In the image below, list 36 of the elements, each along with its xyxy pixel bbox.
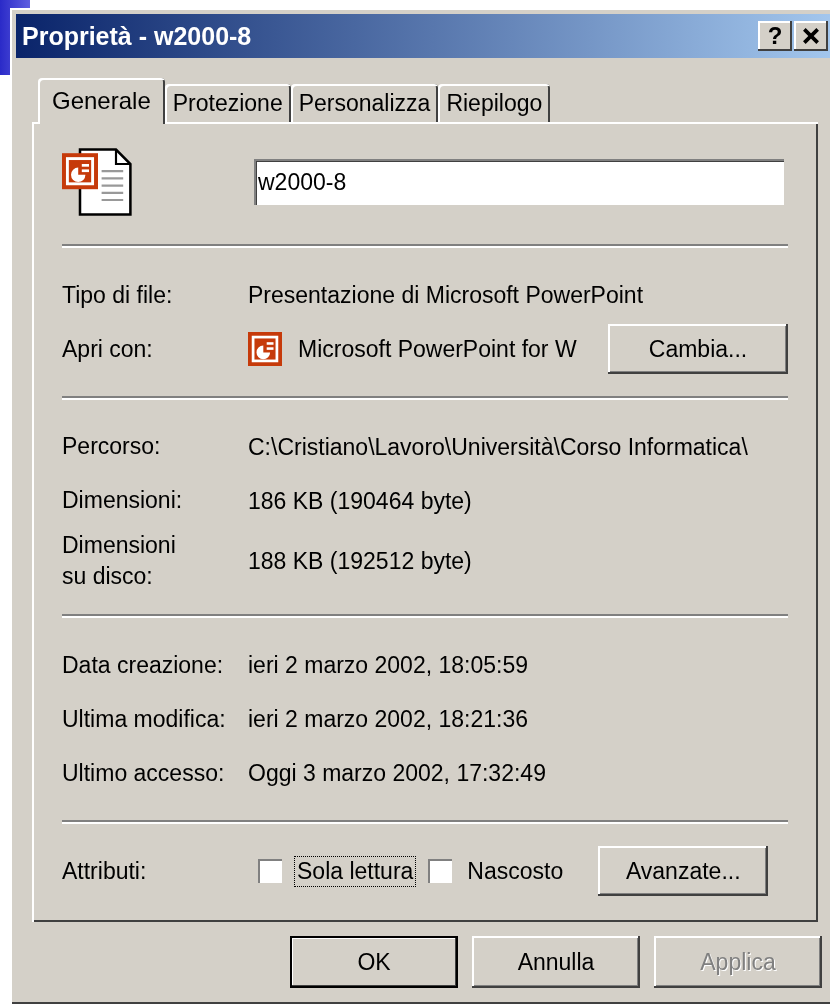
field-value: ieri 2 marzo 2002, 18:21:36 xyxy=(248,705,528,733)
tab[interactable]: Protezione xyxy=(164,84,291,122)
field-label: Tipo di file: xyxy=(62,281,174,309)
field-label: Ultimo accesso: xyxy=(62,759,226,787)
field-value: Microsoft PowerPoint for W xyxy=(298,335,578,363)
tab[interactable]: Generale xyxy=(38,78,165,124)
field-value: 186 KB (190464 byte) xyxy=(248,487,472,515)
field-label: Percorso: xyxy=(62,432,162,462)
close-icon xyxy=(801,26,821,46)
window-title: Proprietà - w2000-8 xyxy=(22,21,252,51)
checkbox[interactable] xyxy=(428,859,453,884)
field-label: Dimensioni su disco: xyxy=(62,531,177,592)
field-value: Presentazione di Microsoft PowerPoint xyxy=(248,281,644,309)
field-label: Attributi: xyxy=(62,857,148,885)
field-label: Dimensioni: xyxy=(62,486,184,516)
help-button[interactable]: ? xyxy=(758,21,792,51)
dialog-button[interactable]: Annulla xyxy=(472,936,640,988)
presentation-icon xyxy=(248,332,282,366)
checkbox-label[interactable]: Sola lettura xyxy=(294,855,417,887)
field-value: 188 KB (192512 byte) xyxy=(248,547,472,575)
field-label: Apri con: xyxy=(62,335,154,363)
change-button[interactable]: Cambia... xyxy=(608,324,788,374)
field-label: Ultima modifica: xyxy=(62,705,227,733)
tab[interactable]: Riepilogo xyxy=(438,84,551,122)
field-label: Data creazione: xyxy=(62,651,225,679)
presentation-file-icon xyxy=(62,146,134,218)
field-value: C:\Cristiano\Lavoro\Università\Corso Informatica\ xyxy=(248,433,748,461)
field-value: ieri 2 marzo 2002, 18:05:59 xyxy=(248,651,528,679)
checkbox-label[interactable]: Nascosto xyxy=(464,855,567,887)
tab[interactable]: Personalizza xyxy=(290,84,439,122)
name-field[interactable]: w2000-8 xyxy=(254,159,784,205)
advanced-button[interactable]: Avanzate... xyxy=(598,846,769,897)
field-value: Oggi 3 marzo 2002, 17:32:49 xyxy=(248,759,546,787)
dialog-button[interactable]: OK xyxy=(290,936,458,988)
checkbox[interactable] xyxy=(258,859,282,884)
close-button[interactable] xyxy=(794,21,828,51)
